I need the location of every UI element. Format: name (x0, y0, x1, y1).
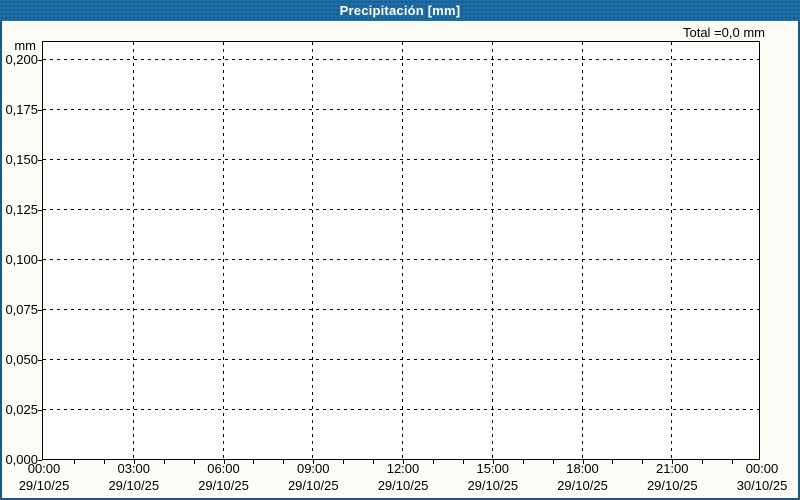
plot-area (42, 41, 760, 460)
x-tick-time-label: 15:00 (476, 461, 510, 476)
gridline-horizontal (43, 159, 759, 160)
total-label: Total =0,0 mm (682, 25, 765, 40)
gridline-horizontal (43, 309, 759, 310)
x-tick-date-label: 30/10/25 (736, 478, 788, 493)
x-axis-tick (702, 460, 703, 464)
gridline-vertical (492, 42, 493, 459)
y-axis-unit-label: mm (14, 38, 36, 53)
x-tick-date-label: 29/10/25 (557, 478, 608, 493)
gridline-horizontal (43, 209, 759, 210)
x-axis-tick (553, 460, 554, 464)
y-tick-label: 0,075 (5, 302, 38, 317)
x-tick-date-label: 29/10/25 (287, 478, 339, 493)
gridline-horizontal (43, 59, 759, 60)
y-axis-tick (38, 210, 42, 211)
y-axis-tick (38, 160, 42, 161)
gridline-horizontal (43, 259, 759, 260)
y-tick-label: 0,025 (5, 402, 38, 417)
gridline-vertical (402, 42, 403, 459)
y-tick-label: 0,125 (5, 202, 38, 217)
y-axis-tick (38, 110, 42, 111)
y-axis-tick (38, 360, 42, 361)
gridline-horizontal (43, 409, 759, 410)
x-axis-tick (463, 460, 464, 464)
x-axis-tick (612, 460, 613, 464)
x-axis-tick (194, 460, 195, 464)
y-tick-label: 0,050 (5, 352, 38, 367)
gridline-vertical (223, 42, 224, 459)
chart-title: Precipitación [mm] (339, 3, 461, 18)
y-tick-label: 0,175 (5, 102, 38, 117)
x-tick-time-label: 00:00 (745, 461, 779, 476)
x-axis-tick (74, 460, 75, 464)
x-axis-tick (164, 460, 165, 464)
gridline-vertical (133, 42, 134, 459)
x-tick-date-label: 29/10/25 (377, 478, 429, 493)
x-tick-date-label: 29/10/25 (646, 478, 698, 493)
gridline-vertical (671, 42, 672, 459)
y-tick-label: 0,150 (5, 152, 38, 167)
x-tick-time-label: 06:00 (207, 461, 240, 476)
title-bar: Precipitación [mm] (0, 0, 800, 21)
chart-content: Total =0,0 mm mm 0,200 0,175 0,150 0,125 0,1… (0, 21, 800, 500)
x-tick-date-label: 29/10/25 (198, 478, 249, 493)
x-tick-time-label: 21:00 (655, 461, 689, 476)
x-axis-tick (343, 460, 344, 464)
x-tick-time-label: 00:00 (27, 461, 61, 476)
y-tick-label: 0,100 (5, 252, 38, 267)
x-tick-date-label: 29/10/25 (18, 478, 70, 493)
x-axis-tick (732, 460, 733, 464)
y-tick-label: 0,200 (5, 52, 38, 67)
gridline-vertical (582, 42, 583, 459)
y-axis-tick (38, 310, 42, 311)
x-axis-tick (283, 460, 284, 464)
x-tick-time-label: 03:00 (117, 461, 151, 476)
x-tick-date-label: 29/10/25 (467, 478, 519, 493)
x-axis-tick (433, 460, 434, 464)
x-tick-time-label: 18:00 (566, 461, 599, 476)
y-axis-tick (38, 260, 42, 261)
x-axis-tick (523, 460, 524, 464)
gridline-horizontal (43, 109, 759, 110)
x-tick-date-label: 29/10/25 (108, 478, 160, 493)
x-tick-time-label: 12:00 (386, 461, 420, 476)
gridline-vertical (312, 42, 313, 459)
y-axis-tick (38, 410, 42, 411)
x-axis-tick (104, 460, 105, 464)
x-axis-tick (642, 460, 643, 464)
chart-window: Precipitación [mm] Total =0,0 mm mm 0,20… (0, 0, 800, 500)
x-axis-tick (253, 460, 254, 464)
y-axis-tick (38, 60, 42, 61)
x-tick-time-label: 09:00 (296, 461, 330, 476)
x-axis-tick (373, 460, 374, 464)
gridline-horizontal (43, 359, 759, 360)
